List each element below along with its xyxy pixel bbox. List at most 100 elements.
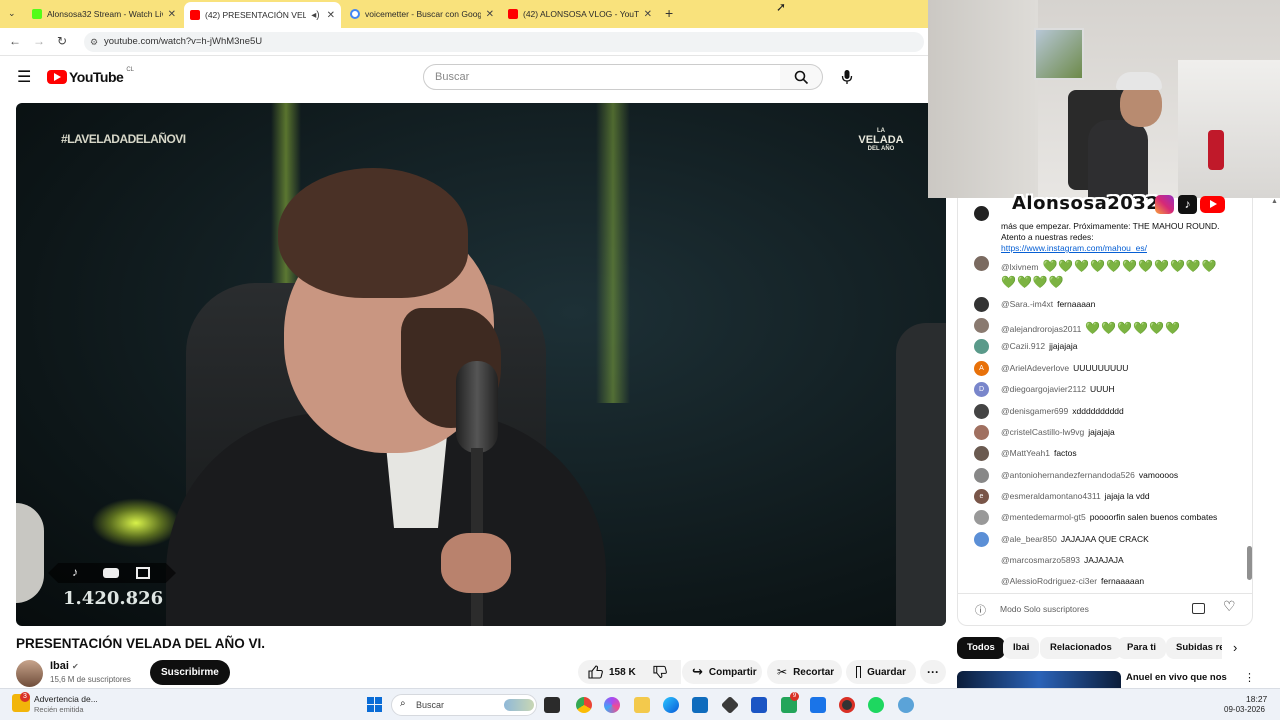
chat-author[interactable]: @denisgamer699 [1001, 406, 1068, 416]
chat-author[interactable]: @MattYeah1 [1001, 448, 1050, 458]
site-info-icon[interactable]: ⚙ [90, 32, 98, 52]
chrome-icon[interactable] [576, 697, 592, 713]
chat-avatar[interactable] [974, 468, 989, 483]
chat-author[interactable]: @ArielAdeverlove [1001, 363, 1069, 373]
chat-author[interactable]: @diegoargojavier2112 [1001, 384, 1086, 394]
clock-time[interactable]: 18:27 [1246, 694, 1267, 704]
heart-icon[interactable]: ♡ [1223, 598, 1236, 615]
chat-author[interactable]: @mentedemarmol-gt5 [1001, 512, 1086, 522]
chevron-right-icon[interactable]: › [1233, 640, 1237, 655]
obs-icon[interactable] [720, 695, 740, 715]
close-icon[interactable]: ✕ [168, 9, 176, 20]
chat-author[interactable]: @ale_bear850 [1001, 534, 1057, 544]
chat-avatar[interactable] [974, 532, 989, 547]
folder-icon[interactable] [634, 697, 650, 713]
search-icon [794, 70, 809, 85]
chat-avatar[interactable] [974, 425, 989, 440]
more-vertical-icon[interactable]: ⋮ [1244, 671, 1255, 684]
chat-author[interactable]: @antoniohernandezfernandoda526 [1001, 470, 1135, 480]
mail-icon[interactable] [810, 697, 826, 713]
chat-avatar[interactable]: e [974, 489, 989, 504]
chat-avatar[interactable]: A [974, 361, 989, 376]
chat-avatar[interactable] [974, 339, 989, 354]
chat-author[interactable]: @AlessioRodriguez-ci3er [1001, 576, 1097, 586]
chat-author[interactable]: @cristelCastillo-lw9vg [1001, 427, 1084, 437]
chat-scrollbar-thumb[interactable] [1247, 546, 1252, 580]
copilot-icon[interactable] [604, 697, 620, 713]
avatar-initial: e [979, 493, 984, 500]
speaker-icon[interactable]: ◂) [311, 10, 319, 21]
chat-author[interactable]: @alejandrorojas2011 [1001, 324, 1081, 334]
chat-avatar[interactable] [974, 510, 989, 525]
spotify-icon[interactable] [868, 697, 884, 713]
chip-ibai[interactable]: Ibai [1003, 637, 1040, 659]
chat-avatar[interactable]: D [974, 382, 989, 397]
tab-3[interactable]: voicemetter - Buscar con Goog ✕ [344, 3, 500, 25]
instagram-icon [1155, 195, 1174, 214]
pinned-link[interactable]: https://www.instagram.com/mahou_es/ [1001, 243, 1147, 253]
clock-date[interactable]: 09-03-2026 [1224, 705, 1265, 714]
search-input[interactable]: Buscar [423, 64, 781, 90]
light-beam [596, 103, 630, 403]
recording-icon[interactable] [839, 697, 855, 713]
tab-2-active[interactable]: (42) PRESENTACIÓN VELADA ◂) ✕ [184, 2, 341, 28]
chat-avatar[interactable] [974, 318, 989, 333]
notification-title[interactable]: Advertencia de... [34, 694, 98, 704]
url-field[interactable]: ⚙ youtube.com/watch?v=h-jWhM3ne5U [84, 32, 924, 52]
chat-author[interactable]: @Sara.-im4xt [1001, 299, 1053, 309]
chip-todos[interactable]: Todos [957, 637, 1005, 659]
chat-author[interactable]: @Cazii.912 [1001, 341, 1045, 351]
chat-author[interactable]: @marcosmarzo5893 [1001, 555, 1080, 565]
search-button[interactable] [780, 64, 823, 90]
more-actions-button[interactable]: ··· [920, 660, 946, 684]
chip-subidas[interactable]: Subidas re [1166, 637, 1222, 659]
save-button[interactable]: Guardar [846, 660, 916, 684]
youtube-logo[interactable]: YouTube CL [47, 67, 134, 85]
store-icon[interactable] [692, 697, 708, 713]
chat-avatar[interactable] [974, 256, 989, 271]
channel-avatar[interactable] [16, 660, 43, 687]
task-view-icon[interactable] [544, 697, 560, 713]
voice-search-button[interactable] [833, 64, 861, 90]
subscribe-button[interactable]: Suscribirme [150, 660, 230, 685]
search-icon: ⌕ [400, 698, 406, 709]
wall [928, 0, 1038, 198]
close-icon[interactable]: ✕ [644, 9, 652, 20]
clip-button[interactable]: ✂ Recortar [767, 660, 842, 684]
chat-author[interactable]: @esmeraldamontano4311 [1001, 491, 1101, 501]
reload-icon[interactable]: ↻ [57, 34, 67, 48]
person-hand [441, 533, 511, 593]
taskbar-search[interactable]: ⌕ Buscar [391, 694, 537, 716]
back-icon[interactable]: ← [9, 34, 21, 48]
tab-1[interactable]: Alonsosa32 Stream - Watch Liv ✕ [26, 3, 182, 25]
chat-avatar[interactable] [974, 446, 989, 461]
chat-author[interactable]: @lxivnem [1001, 262, 1038, 272]
chat-avatar[interactable] [974, 297, 989, 312]
share-button[interactable]: ↪ Compartir [682, 660, 762, 684]
channel-name[interactable]: Ibai ✔ [50, 660, 79, 672]
tab-list-chevron-icon[interactable]: ⌄ [8, 8, 16, 19]
video-hashtag-overlay: #LAVELADADELAÑOVI [61, 132, 186, 146]
edge-icon[interactable] [663, 697, 679, 713]
chip-para-ti[interactable]: Para ti [1117, 637, 1167, 659]
close-icon[interactable]: ✕ [486, 9, 494, 20]
dislike-button[interactable] [645, 660, 677, 684]
tab-4[interactable]: (42) ALONSOSA VLOG - YouTub ✕ [502, 3, 658, 25]
chat-avatar[interactable] [974, 404, 989, 419]
recommended-thumbnail[interactable] [957, 671, 1121, 688]
super-chat-icon[interactable] [1192, 603, 1205, 614]
video-player[interactable]: #LAVELADADELAÑOVI LA VELADA DEL AÑO ♪ 1.… [16, 103, 946, 626]
close-icon[interactable]: ✕ [327, 10, 335, 21]
new-tab-icon[interactable]: + [665, 5, 673, 21]
info-icon[interactable]: ⓘ [975, 602, 986, 618]
page-scrollbar[interactable]: ▲ [1271, 198, 1280, 208]
windows-start-icon[interactable] [367, 697, 382, 712]
subscriber-count: 15,6 M de suscriptores [50, 675, 131, 684]
chip-relacionados[interactable]: Relacionados [1040, 637, 1122, 659]
photo-editor-icon[interactable] [751, 697, 767, 713]
recommended-title[interactable]: Anuel en vivo que nos [1126, 672, 1227, 683]
network-app-icon[interactable] [898, 697, 914, 713]
forward-icon[interactable]: → [33, 34, 45, 48]
kick-icon [32, 9, 42, 19]
hamburger-menu-icon[interactable]: ☰ [17, 67, 31, 87]
